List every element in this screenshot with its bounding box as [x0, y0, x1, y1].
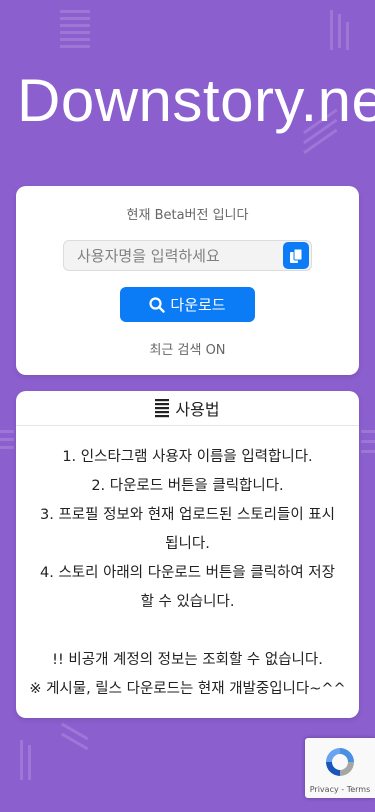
recaptcha-links: Privacy - Terms	[305, 785, 375, 794]
usage-note-private: !! 비공개 계정의 정보는 조회할 수 없습니다.	[52, 652, 323, 668]
search-icon	[149, 296, 166, 313]
usage-step-line: 4. 스토리 아래의 다운로드 버튼을 클릭하여 저장	[40, 565, 335, 581]
clipboard-icon	[290, 248, 303, 263]
usage-instructions: 1. 인스타그램 사용자 이름을 입력합니다. 2. 다운로드 버튼을 클릭합니…	[26, 443, 349, 704]
usage-step-line: 됩니다.	[165, 536, 210, 552]
search-card: 현재 Beta버전 입니다 다운로드 최근 검색 ON	[16, 186, 359, 375]
usage-header: 사용법	[16, 391, 359, 426]
recaptcha-badge[interactable]: Privacy - Terms	[305, 738, 375, 798]
download-button-label: 다운로드	[170, 296, 226, 314]
username-input[interactable]	[64, 241, 282, 270]
recaptcha-icon	[326, 748, 354, 776]
usage-step-line: 1. 인스타그램 사용자 이름을 입력합니다.	[62, 449, 313, 465]
paste-button[interactable]	[283, 242, 309, 269]
terms-link[interactable]: Terms	[347, 785, 371, 794]
search-box	[63, 240, 312, 271]
usage-step-line: 2. 다운로드 버튼을 클릭합니다.	[91, 478, 284, 494]
usage-note-development: ※ 게시물, 릴스 다운로드는 현재 개발중입니다~^^	[29, 681, 346, 697]
site-title: Downstory.ne	[17, 67, 375, 134]
download-button[interactable]: 다운로드	[120, 287, 255, 322]
list-icon	[155, 399, 170, 418]
usage-step-line: 할 수 있습니다.	[140, 594, 235, 610]
usage-step-line: 3. 프로필 정보와 현재 업로드된 스토리들이 표시	[40, 507, 335, 523]
usage-card: 사용법 1. 인스타그램 사용자 이름을 입력합니다. 2. 다운로드 버튼을 …	[16, 391, 359, 718]
beta-notice: 현재 Beta버전 입니다	[126, 208, 249, 223]
usage-heading: 사용법	[175, 400, 220, 419]
recent-search-toggle[interactable]: 최근 검색 ON	[16, 339, 359, 358]
privacy-link[interactable]: Privacy	[310, 785, 339, 794]
link-separator: -	[338, 785, 347, 794]
